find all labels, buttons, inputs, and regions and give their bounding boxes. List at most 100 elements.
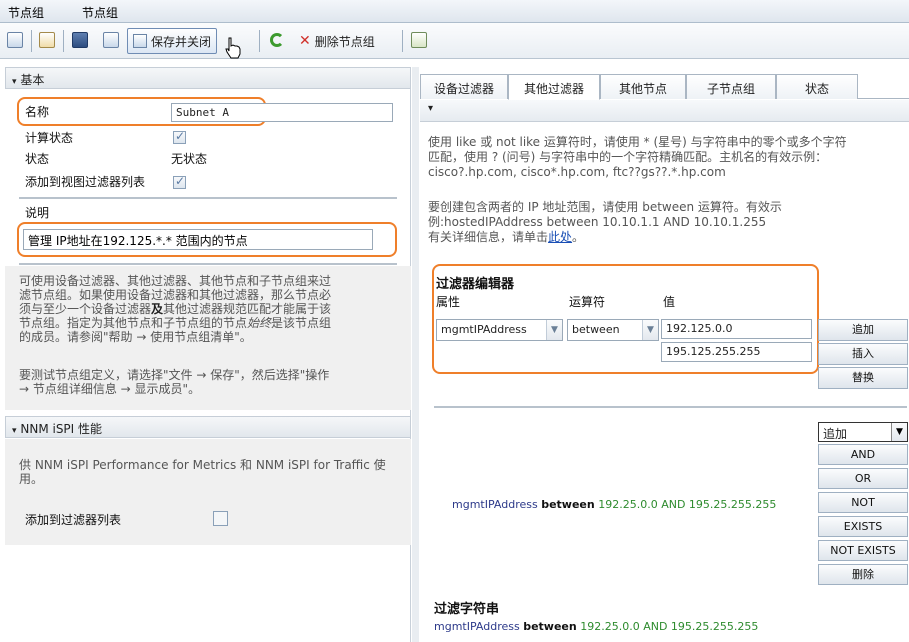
append-button[interactable]: 追加: [818, 319, 908, 341]
hint-line: 的成员。请参阅"帮助 → 使用节点组清单"。: [19, 330, 252, 344]
exists-button[interactable]: EXISTS: [818, 516, 908, 537]
hint-text: 其他过滤器规范匹配才能属于该: [163, 302, 332, 316]
help-line: 有关详细信息，请单击此处。: [428, 230, 584, 245]
delete-button[interactable]: 删除: [818, 564, 908, 585]
replace-button[interactable]: 替换: [818, 367, 908, 389]
chevron-down-icon: ▼: [891, 423, 907, 441]
help-text: 。: [572, 230, 585, 244]
description-input[interactable]: 管理 IP地址在192.125.*.* 范围内的节点: [23, 229, 373, 250]
calc-status-checkbox[interactable]: [173, 129, 186, 144]
edit-icon[interactable]: [39, 32, 55, 48]
basic-section-header[interactable]: ▾ 基本: [5, 67, 411, 89]
name-label: 名称: [25, 105, 50, 119]
filter-expression[interactable]: mgmtIPAddress between 192.25.0.0 AND 195…: [452, 498, 776, 511]
hint-text: 节点组。指定为其他节点和子节点组的节点: [19, 316, 248, 330]
insert-button[interactable]: 插入: [818, 343, 908, 365]
refresh-icon[interactable]: [270, 33, 284, 47]
help-here-link[interactable]: 此处: [548, 230, 572, 244]
basic-header-label: 基本: [20, 73, 45, 87]
tab-child-node-groups[interactable]: 子节点组: [686, 74, 776, 99]
right-panel: 设备过滤器 其他过滤器 其他节点 子节点组 状态 ▾ 使用 like 或 not…: [420, 67, 909, 642]
value-from-input[interactable]: 192.125.0.0: [661, 319, 812, 339]
attribute-column-label: 属性: [436, 295, 461, 309]
refresh-form-icon[interactable]: [7, 32, 23, 48]
filter-editor-title: 过滤器编辑器: [436, 277, 515, 292]
calc-status-label: 计算状态: [25, 131, 74, 145]
expression-values: 192.25.0.0 AND 195.25.255.255: [598, 498, 777, 511]
nnm-section-header[interactable]: ▾ NNM iSPI 性能: [5, 416, 411, 438]
toolbar-separator: [259, 30, 260, 52]
toolbar-separator: [31, 30, 32, 52]
filter-string-operator: between: [523, 620, 577, 633]
export-icon[interactable]: [411, 32, 427, 48]
chevron-down-icon: ▼: [642, 320, 658, 340]
help-line: 要创建包含两者的 IP 地址范围，请使用 between 运算符。有效示: [428, 200, 782, 214]
tab-other-filter[interactable]: 其他过滤器: [508, 74, 600, 100]
toolbar-separator: [63, 30, 64, 52]
expression-operator: between: [541, 498, 595, 511]
divider: [19, 197, 397, 199]
hand-cursor-icon: [225, 37, 241, 59]
tab-device-filter[interactable]: 设备过滤器: [420, 74, 508, 99]
hint-text: 须与至少一个设备过滤器: [19, 302, 152, 316]
status-value: 无状态: [171, 152, 208, 166]
help-line: cisco?.hp.com, cisco*.hp.com, ftc??gs??.…: [428, 165, 726, 179]
toolbar: 保存并关闭 ✕ 删除节点组: [0, 23, 909, 59]
filter-string-values: 192.25.0.0 AND 195.25.255.255: [580, 620, 759, 633]
help-line: 使用 like 或 not like 运算符时，请使用 * (星号) 与字符串中…: [428, 135, 847, 149]
logic-select[interactable]: 追加 ▼: [818, 422, 908, 442]
hint-line: 节点组。指定为其他节点和子节点组的节点始终是该节点组: [19, 316, 331, 330]
attribute-select-value: mgmtIPAddress: [441, 323, 527, 336]
menu-node-group[interactable]: 节点组: [8, 4, 44, 21]
help-text: 有关详细信息，请单击: [428, 230, 549, 244]
nnm-band: [5, 439, 411, 545]
add-view-filter-label: 添加到视图过滤器列表: [25, 175, 146, 189]
delete-node-group-label: 删除节点组: [314, 34, 375, 49]
left-panel: ▾ 基本 名称 Subnet A 计算状态 状态 无状态 添加到视图过滤器列表 …: [5, 67, 411, 642]
toolbar-separator: [402, 30, 403, 52]
delete-node-group-button[interactable]: ✕ 删除节点组: [294, 28, 380, 54]
filter-panel-header[interactable]: ▾: [420, 100, 909, 122]
tab-other-nodes[interactable]: 其他节点: [600, 74, 686, 99]
save-and-close-button[interactable]: 保存并关闭: [127, 28, 218, 54]
splitter[interactable]: [412, 67, 419, 642]
hint-line: 滤节点组。如果使用设备过滤器和其他过滤器，那么节点必: [19, 288, 332, 302]
hint-bold: 及: [151, 302, 164, 316]
hint-line: 须与至少一个设备过滤器及其他过滤器规范匹配才能属于该: [19, 302, 331, 316]
operator-select-value: between: [572, 323, 620, 336]
collapse-arrow-icon: ▾: [12, 426, 17, 436]
add-filter-list-label: 添加到过滤器列表: [25, 513, 122, 527]
save-and-close-label: 保存并关闭: [151, 34, 212, 49]
save-icon[interactable]: [72, 32, 88, 48]
save-close-icon: [133, 34, 147, 48]
and-button[interactable]: AND: [818, 444, 908, 465]
not-exists-button[interactable]: NOT EXISTS: [818, 540, 908, 561]
hint-line: 要测试节点组定义，请选择"文件 → 保存"，然后选择"操作: [19, 368, 330, 382]
logic-select-value: 追加: [823, 427, 848, 441]
collapse-arrow-icon: ▾: [428, 103, 434, 114]
name-input[interactable]: Subnet A: [171, 103, 393, 122]
hint-line: → 节点组详细信息 → 显示成员"。: [19, 382, 201, 396]
filter-string-attribute: mgmtIPAddress: [434, 620, 520, 633]
chevron-down-icon: ▼: [546, 320, 562, 340]
not-button[interactable]: NOT: [818, 492, 908, 513]
filter-string: mgmtIPAddress between 192.25.0.0 AND 195…: [434, 620, 758, 633]
tab-bar: 设备过滤器 其他过滤器 其他节点 子节点组 状态: [420, 72, 909, 100]
add-view-filter-checkbox[interactable]: [173, 174, 186, 189]
divider: [434, 406, 907, 408]
value-column-label: 值: [663, 295, 676, 309]
filter-string-title: 过滤字符串: [434, 602, 500, 617]
value-to-input[interactable]: 195.125.255.255: [661, 342, 812, 362]
expression-attribute: mgmtIPAddress: [452, 498, 538, 511]
tab-status[interactable]: 状态: [776, 74, 858, 99]
or-button[interactable]: OR: [818, 468, 908, 489]
operator-select[interactable]: between ▼: [567, 319, 659, 341]
nnm-hint: 用。: [19, 472, 44, 486]
menu-node-group-2[interactable]: 节点组: [82, 4, 118, 21]
hint-text: 是该节点组: [271, 316, 332, 330]
add-filter-list-checkbox[interactable]: [213, 511, 228, 526]
collapse-arrow-icon: ▾: [12, 77, 17, 87]
new-icon[interactable]: [103, 32, 119, 48]
hint-line: 可使用设备过滤器、其他过滤器、其他节点和子节点组来过: [19, 274, 332, 288]
attribute-select[interactable]: mgmtIPAddress ▼: [436, 319, 563, 341]
